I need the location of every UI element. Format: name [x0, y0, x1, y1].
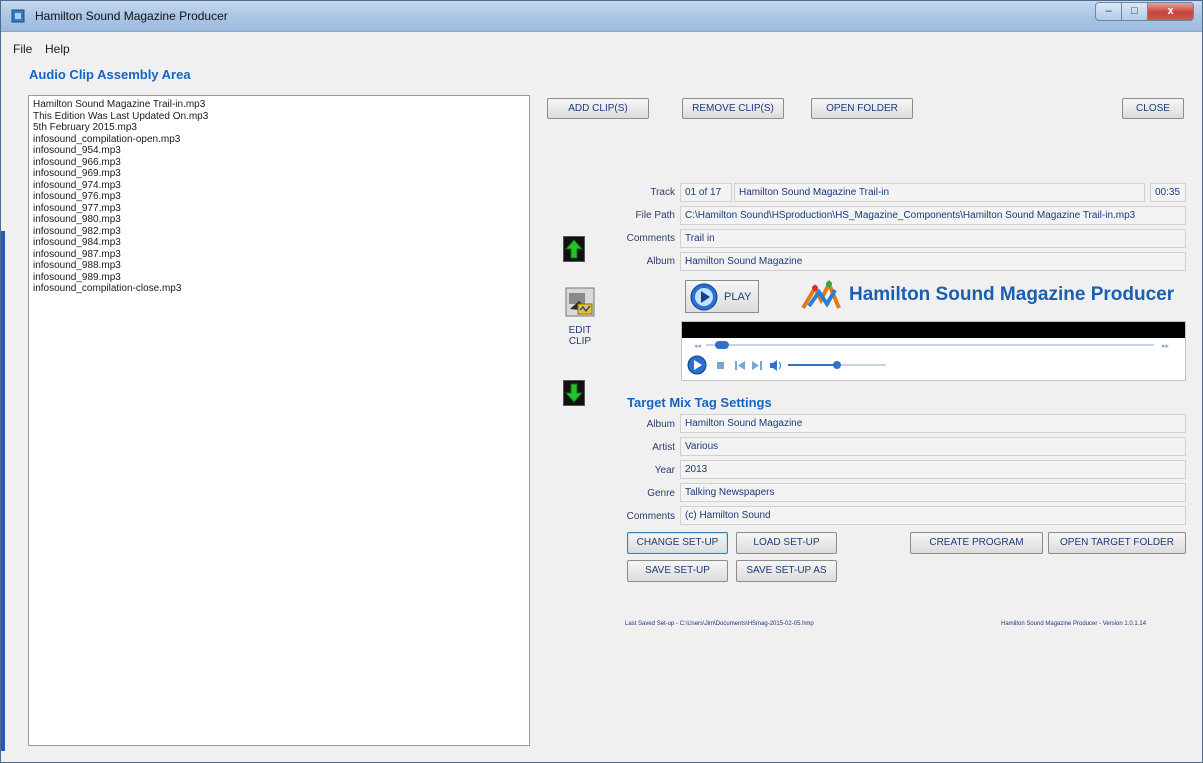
target-artist-field[interactable]: Various	[680, 437, 1186, 456]
change-setup-button[interactable]: CHANGE SET-UP	[627, 532, 728, 554]
clip-list-item[interactable]: Hamilton Sound Magazine Trail-in.mp3	[33, 99, 525, 111]
target-comments-label: Comments	[626, 511, 675, 522]
clip-list-item[interactable]: infosound_976.mp3	[33, 191, 525, 203]
target-artist-label: Artist	[652, 442, 675, 453]
svg-text:▸▸: ▸▸	[1162, 342, 1170, 350]
target-comments-field[interactable]: (c) Hamilton Sound	[680, 506, 1186, 525]
svg-text:◂◂: ◂◂	[694, 342, 702, 350]
target-genre-label: Genre	[647, 488, 675, 499]
target-genre-field[interactable]: Talking Newspapers	[680, 483, 1186, 502]
clip-list-item[interactable]: infosound_980.mp3	[33, 214, 525, 226]
track-number-field: 01 of 17	[680, 183, 732, 202]
target-album-field[interactable]: Hamilton Sound Magazine	[680, 414, 1186, 433]
track-label: Track	[650, 187, 675, 198]
file-path-field: C:\Hamilton Sound\HSproduction\HS_Magazi…	[680, 206, 1186, 225]
seek-thumb[interactable]	[714, 341, 729, 349]
clip-list-item[interactable]: This Edition Was Last Updated On.mp3	[33, 111, 525, 123]
next-icon[interactable]	[752, 361, 762, 370]
clip-list-item[interactable]: infosound_966.mp3	[33, 157, 525, 169]
play-label: PLAY	[724, 291, 752, 303]
track-name-field: Hamilton Sound Magazine Trail-in	[734, 183, 1145, 202]
title-bar: Hamilton Sound Magazine Producer – □ x	[1, 1, 1202, 32]
window-controls: – □ x	[1095, 2, 1194, 21]
open-folder-button[interactable]: OPEN FOLDER	[811, 98, 913, 119]
play-icon	[690, 283, 718, 311]
left-edge-accent	[1, 231, 5, 751]
menu-help[interactable]: Help	[45, 42, 70, 56]
file-path-label: File Path	[635, 210, 675, 221]
create-program-button[interactable]: CREATE PROGRAM	[910, 532, 1043, 554]
app-icon	[11, 9, 25, 23]
clip-list-item[interactable]: infosound_969.mp3	[33, 168, 525, 180]
volume-icon[interactable]	[770, 360, 781, 371]
player-video-area	[682, 322, 1185, 338]
clip-list[interactable]: Hamilton Sound Magazine Trail-in.mp3 This…	[28, 95, 530, 746]
save-setup-button[interactable]: SAVE SET-UP	[627, 560, 728, 582]
window-title: Hamilton Sound Magazine Producer	[35, 9, 228, 23]
close-button[interactable]: CLOSE	[1122, 98, 1184, 119]
maximize-button[interactable]: □	[1122, 2, 1148, 21]
media-player[interactable]: ◂◂ ▸▸	[681, 321, 1186, 381]
track-duration-field: 00:35	[1150, 183, 1186, 202]
clip-list-item[interactable]: infosound_974.mp3	[33, 180, 525, 192]
save-setup-as-button[interactable]: SAVE SET-UP AS	[736, 560, 837, 582]
menu-file[interactable]: File	[13, 42, 32, 56]
clip-list-item[interactable]: infosound_984.mp3	[33, 237, 525, 249]
last-saved-setup-text: Last Saved Set-up - C:\Users\Jim\Documen…	[625, 621, 814, 627]
app-window: Hamilton Sound Magazine Producer – □ x F…	[0, 0, 1203, 763]
move-down-button[interactable]	[563, 380, 585, 406]
add-clips-button[interactable]: ADD CLIP(S)	[547, 98, 649, 119]
edit-clip-icon[interactable]	[565, 287, 595, 317]
assembly-area-title: Audio Clip Assembly Area	[29, 67, 191, 82]
clip-list-item[interactable]: infosound_954.mp3	[33, 145, 525, 157]
target-album-label: Album	[646, 419, 675, 430]
comments-field: Trail in	[680, 229, 1186, 248]
close-window-button[interactable]: x	[1148, 2, 1194, 21]
clip-list-item[interactable]: infosound_compilation-open.mp3	[33, 134, 525, 146]
clip-list-item[interactable]: infosound_989.mp3	[33, 272, 525, 284]
open-target-folder-button[interactable]: OPEN TARGET FOLDER	[1048, 532, 1186, 554]
edit-clip-label[interactable]: EDIT CLIP	[561, 325, 599, 347]
clip-list-item[interactable]: infosound_compilation-close.mp3	[33, 283, 525, 295]
clip-list-item[interactable]: infosound_982.mp3	[33, 226, 525, 238]
previous-icon[interactable]	[735, 361, 745, 370]
arrow-up-icon	[564, 239, 584, 259]
volume-thumb[interactable]	[833, 361, 841, 369]
target-year-label: Year	[654, 465, 675, 476]
album-field: Hamilton Sound Magazine	[680, 252, 1186, 271]
brand-title: Hamilton Sound Magazine Producer	[849, 284, 1175, 305]
remove-clips-button[interactable]: REMOVE CLIP(S)	[682, 98, 784, 119]
move-up-button[interactable]	[563, 236, 585, 262]
target-mix-title: Target Mix Tag Settings	[627, 395, 772, 410]
load-setup-button[interactable]: LOAD SET-UP	[736, 532, 837, 554]
comments-label: Comments	[626, 233, 675, 244]
clip-list-item[interactable]: infosound_977.mp3	[33, 203, 525, 215]
brand-logo	[801, 279, 841, 310]
arrow-down-icon	[564, 383, 584, 403]
clip-list-item[interactable]: infosound_988.mp3	[33, 260, 525, 272]
stop-icon[interactable]	[717, 362, 724, 369]
clip-list-item[interactable]: infosound_987.mp3	[33, 249, 525, 261]
play-button[interactable]: PLAY	[685, 280, 759, 313]
target-year-field[interactable]: 2013	[680, 460, 1186, 479]
player-controls: ◂◂ ▸▸	[687, 341, 1170, 375]
clip-list-item[interactable]: 5th February 2015.mp3	[33, 122, 525, 134]
version-text: Hamilton Sound Magazine Producer - Versi…	[1001, 621, 1147, 627]
album-label: Album	[646, 256, 675, 267]
minimize-button[interactable]: –	[1095, 2, 1122, 21]
